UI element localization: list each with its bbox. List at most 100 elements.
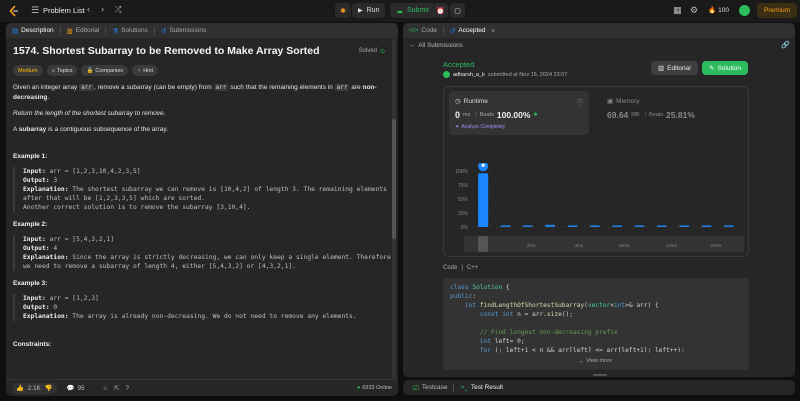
range-slider-track[interactable] (464, 236, 744, 252)
user-avatar[interactable] (443, 71, 450, 78)
tag-label: Companies (95, 67, 124, 74)
online-counter: ● 6933 Online (357, 385, 392, 391)
runtime-bar[interactable] (634, 225, 645, 227)
example-output: 3 (53, 177, 58, 184)
problem-title[interactable]: 1574. Shortest Subarray to be Removed to… (13, 45, 320, 57)
thumbs-down-icon[interactable]: 👎 (45, 384, 53, 392)
runtime-bar[interactable] (679, 225, 690, 227)
username[interactable]: adharsh_a_k (453, 72, 485, 78)
chevron-down-icon: ⌄ (579, 358, 584, 364)
notes-button[interactable]: ▢ (450, 3, 465, 18)
prev-problem-icon[interactable]: ‹ (87, 4, 90, 14)
run-button[interactable]: ▶ Run (352, 3, 386, 18)
scrollbar-thumb[interactable] (392, 119, 396, 239)
tab-code[interactable]: </> Code (403, 23, 443, 38)
tab-label: Description (21, 27, 54, 34)
layout-icon[interactable]: ▦ (673, 5, 682, 16)
panel-resize-handle[interactable] (593, 374, 607, 376)
runtime-bar[interactable] (612, 225, 623, 227)
settings-gear-icon[interactable]: ⚙ (690, 5, 698, 16)
example-output: 4 (53, 245, 58, 252)
tab-label: Testcase (421, 384, 448, 391)
problem-list-link[interactable]: Problem List (43, 6, 85, 15)
tab-description[interactable]: ▤ Description (6, 23, 60, 38)
code-preview[interactable]: class Solution { public: int findLengthO… (443, 278, 749, 370)
desc-text: . (47, 94, 50, 101)
example-input: arr = [5,4,3,2,1] (49, 236, 114, 243)
tab-solutions[interactable]: ⚗ Solutions (106, 23, 154, 38)
play-icon: ▶ (358, 8, 363, 14)
editorial-button[interactable]: ▥ Editorial (651, 61, 698, 75)
explanation-label: Explanation: (23, 254, 69, 261)
tab-testcase[interactable]: ☑ Testcase (407, 380, 453, 395)
runtime-bar[interactable] (500, 225, 511, 227)
memory-box[interactable]: ▣ Memory 69.64 MB | Beats 25.81% (604, 91, 744, 135)
example-title: Example 1: (13, 153, 48, 160)
solution-button[interactable]: ✎ Solution (702, 61, 748, 75)
comment-count: 95 (77, 384, 85, 392)
example-block: Input: arr = [1,2,3] Output: 0 Explanati… (13, 294, 391, 321)
code-line: int left= 0; (479, 338, 525, 345)
chip-icon: ▣ (607, 98, 614, 105)
online-count: 6933 Online (362, 385, 392, 391)
tab-test-result[interactable]: >_ Test Result (454, 380, 509, 395)
runtime-bar[interactable] (522, 225, 533, 227)
runtime-distribution-chart[interactable]: 100% 75% 50% 25% 0% 2ms 4ms 10ms 14ms 20ms (444, 163, 750, 257)
list-icon[interactable]: ☰ (31, 5, 39, 16)
next-problem-icon[interactable]: › (101, 4, 104, 14)
runtime-bar[interactable] (478, 173, 489, 227)
tab-editorial[interactable]: ▥ Editorial (61, 23, 106, 38)
runtime-bar[interactable] (723, 225, 734, 227)
beats-separator: | (475, 112, 477, 118)
avatar[interactable] (739, 5, 750, 16)
tab-submissions[interactable]: ↺ Submissions (155, 23, 212, 38)
history-icon: ↺ (449, 27, 456, 35)
companies-tag[interactable]: 🔒 Companies (81, 65, 129, 76)
example-input: arr = [1,2,3] (49, 295, 99, 302)
submit-button[interactable]: ☁ Submit (390, 3, 435, 18)
runtime-box[interactable]: ◷ Runtime ⓘ 0 ms | Beats 100.00% ♣ ✦ Ana… (449, 91, 589, 135)
runtime-bar[interactable] (567, 225, 578, 227)
debug-button[interactable]: ✱ (335, 3, 351, 18)
input-label: Input: (23, 168, 46, 175)
memory-beats: 25.81% (666, 110, 695, 120)
memory-label: Memory (616, 97, 640, 105)
close-icon[interactable]: ✕ (491, 27, 496, 35)
like-dislike-group: 👍 2.1K 👎 (12, 382, 57, 394)
view-more-button[interactable]: ⌄ View more (443, 352, 749, 370)
runtime-bar[interactable] (589, 225, 600, 227)
book-icon: ▥ (658, 65, 665, 72)
memory-header: ▣ Memory (607, 97, 640, 106)
analyze-complexity-link[interactable]: ✦ Analyze Complexity (455, 124, 505, 130)
arrow-left-icon: ← (409, 42, 416, 49)
comments-button[interactable]: 💬 95 (67, 384, 85, 393)
share-icon[interactable]: ⇱ (114, 385, 119, 392)
problem-scrollbar[interactable] (392, 39, 396, 379)
problem-content: 1574. Shortest Subarray to be Removed to… (6, 38, 398, 380)
tab-accepted[interactable]: ↺ Accepted ✕ (444, 23, 502, 38)
thumbs-up-icon[interactable]: 👍 (16, 384, 24, 392)
topics-tag[interactable]: ⌂ Topics (46, 65, 78, 76)
premium-button[interactable]: Premium (757, 3, 798, 18)
leetcode-logo-icon[interactable] (8, 5, 20, 17)
streak-counter[interactable]: 🔥 100 (708, 6, 729, 15)
info-icon[interactable]: ⓘ (577, 97, 583, 106)
x-tick-label: 10ms (618, 243, 630, 248)
online-dot-icon: ● (357, 385, 361, 391)
code-line: int findLengthOfShortestSubarray(vector<… (464, 302, 659, 309)
code-tabs: </> Code ↺ Accepted ✕ (403, 23, 795, 38)
runtime-bar[interactable] (656, 225, 667, 227)
y-tick-label: 50% (458, 197, 469, 203)
hint-tag[interactable]: ♀ Hint (132, 65, 159, 76)
book-icon: ▥ (66, 27, 73, 35)
help-icon[interactable]: ? (125, 385, 129, 392)
star-icon[interactable]: ☆ (103, 385, 109, 392)
shuffle-icon[interactable]: ⤮ (115, 5, 121, 15)
range-slider-handle[interactable] (478, 236, 488, 252)
runtime-bar[interactable] (545, 224, 556, 227)
timer-button[interactable]: ⏰ (433, 3, 448, 18)
input-label: Input: (23, 236, 46, 243)
runtime-bar[interactable] (701, 225, 712, 227)
all-submissions-link[interactable]: ← All Submissions (409, 42, 463, 49)
link-icon[interactable]: 🔗 (781, 41, 790, 49)
